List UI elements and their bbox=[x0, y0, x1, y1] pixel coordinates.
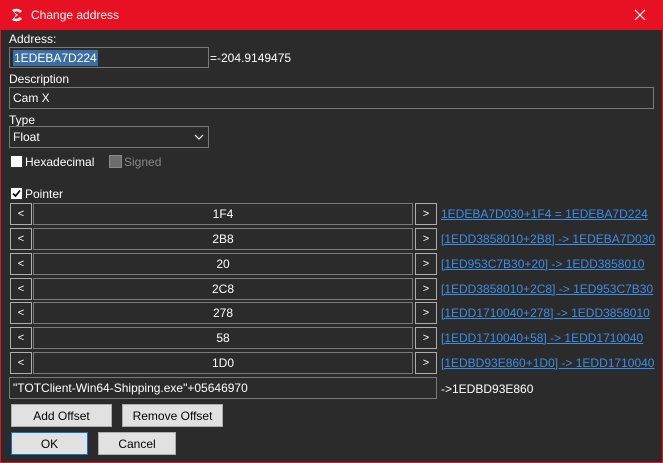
offset-increase-button[interactable]: > bbox=[415, 327, 437, 349]
offset-decrease-button[interactable]: < bbox=[10, 352, 32, 374]
type-label: Type bbox=[9, 113, 36, 127]
address-value: 1EDEBA7D224 bbox=[13, 49, 98, 66]
pointer-label: Pointer bbox=[25, 187, 64, 201]
offset-input[interactable]: 1D0 bbox=[33, 352, 413, 374]
pointer-path-link[interactable]: [1EDD3858010+2B8] -> 1EDEBA7D030 bbox=[441, 232, 655, 246]
offset-increase-button[interactable]: > bbox=[415, 302, 437, 324]
offset-input[interactable]: 1F4 bbox=[33, 203, 413, 225]
remove-offset-button[interactable]: Remove Offset bbox=[122, 404, 223, 427]
offset-increase-button[interactable]: > bbox=[415, 253, 437, 275]
signed-checkbox[interactable] bbox=[109, 155, 122, 168]
offset-decrease-button[interactable]: < bbox=[10, 228, 32, 250]
window-title: Change address bbox=[31, 8, 120, 22]
pointer-checkbox[interactable] bbox=[10, 187, 23, 200]
offset-increase-button[interactable]: > bbox=[415, 203, 437, 225]
pointer-path-link[interactable]: 1EDEBA7D030+1F4 = 1EDEBA7D224 bbox=[441, 207, 648, 221]
base-address-result: ->1EDBD93E860 bbox=[441, 382, 534, 396]
description-value: Cam X bbox=[13, 91, 50, 105]
offset-input[interactable]: 2B8 bbox=[33, 228, 413, 250]
signed-label: Signed bbox=[124, 155, 162, 169]
address-input[interactable]: 1EDEBA7D224 bbox=[9, 47, 209, 68]
offset-input[interactable]: 278 bbox=[33, 302, 413, 324]
title-bar: Change address bbox=[0, 0, 663, 30]
type-select[interactable]: Float bbox=[9, 126, 209, 148]
pointer-path-link[interactable]: [1EDD1710040+278] -> 1EDD3858010 bbox=[441, 306, 650, 320]
offset-increase-button[interactable]: > bbox=[415, 352, 437, 374]
offset-decrease-button[interactable]: < bbox=[10, 327, 32, 349]
base-address-input[interactable]: "TOTClient-Win64-Shipping.exe"+05646970 bbox=[9, 377, 437, 399]
checkmark-icon bbox=[12, 189, 21, 198]
offset-increase-button[interactable]: > bbox=[415, 278, 437, 300]
chevron-down-icon bbox=[194, 134, 204, 140]
base-address-value: "TOTClient-Win64-Shipping.exe"+05646970 bbox=[13, 381, 248, 395]
address-result: =-204.9149475 bbox=[210, 51, 292, 65]
add-offset-button[interactable]: Add Offset bbox=[11, 404, 112, 427]
pointer-path-link[interactable]: [1EDBD93E860+1D0] -> 1EDD1710040 bbox=[441, 356, 654, 370]
type-selected: Float bbox=[13, 130, 40, 144]
hexadecimal-checkbox[interactable] bbox=[10, 155, 23, 168]
offset-input[interactable]: 2C8 bbox=[33, 278, 413, 300]
pointer-path-link[interactable]: [1EDD1710040+58] -> 1EDD1710040 bbox=[441, 331, 643, 345]
description-label: Description bbox=[9, 72, 70, 86]
offset-input[interactable]: 20 bbox=[33, 253, 413, 275]
offset-decrease-button[interactable]: < bbox=[10, 203, 32, 225]
offset-decrease-button[interactable]: < bbox=[10, 302, 32, 324]
cheat-engine-icon bbox=[12, 8, 22, 22]
offset-input[interactable]: 58 bbox=[33, 327, 413, 349]
hexadecimal-label: Hexadecimal bbox=[25, 155, 95, 169]
offset-decrease-button[interactable]: < bbox=[10, 278, 32, 300]
pointer-path-link[interactable]: [1ED953C7B30+20] -> 1EDD3858010 bbox=[441, 257, 644, 271]
offset-decrease-button[interactable]: < bbox=[10, 253, 32, 275]
pointer-path-link[interactable]: [1EDD3858010+2C8] -> 1ED953C7B30 bbox=[441, 282, 653, 296]
description-input[interactable]: Cam X bbox=[9, 87, 654, 109]
offset-increase-button[interactable]: > bbox=[415, 228, 437, 250]
ok-button[interactable]: OK bbox=[11, 432, 88, 455]
close-icon[interactable] bbox=[617, 0, 663, 30]
cancel-button[interactable]: Cancel bbox=[98, 432, 176, 455]
address-label: Address: bbox=[9, 32, 57, 46]
